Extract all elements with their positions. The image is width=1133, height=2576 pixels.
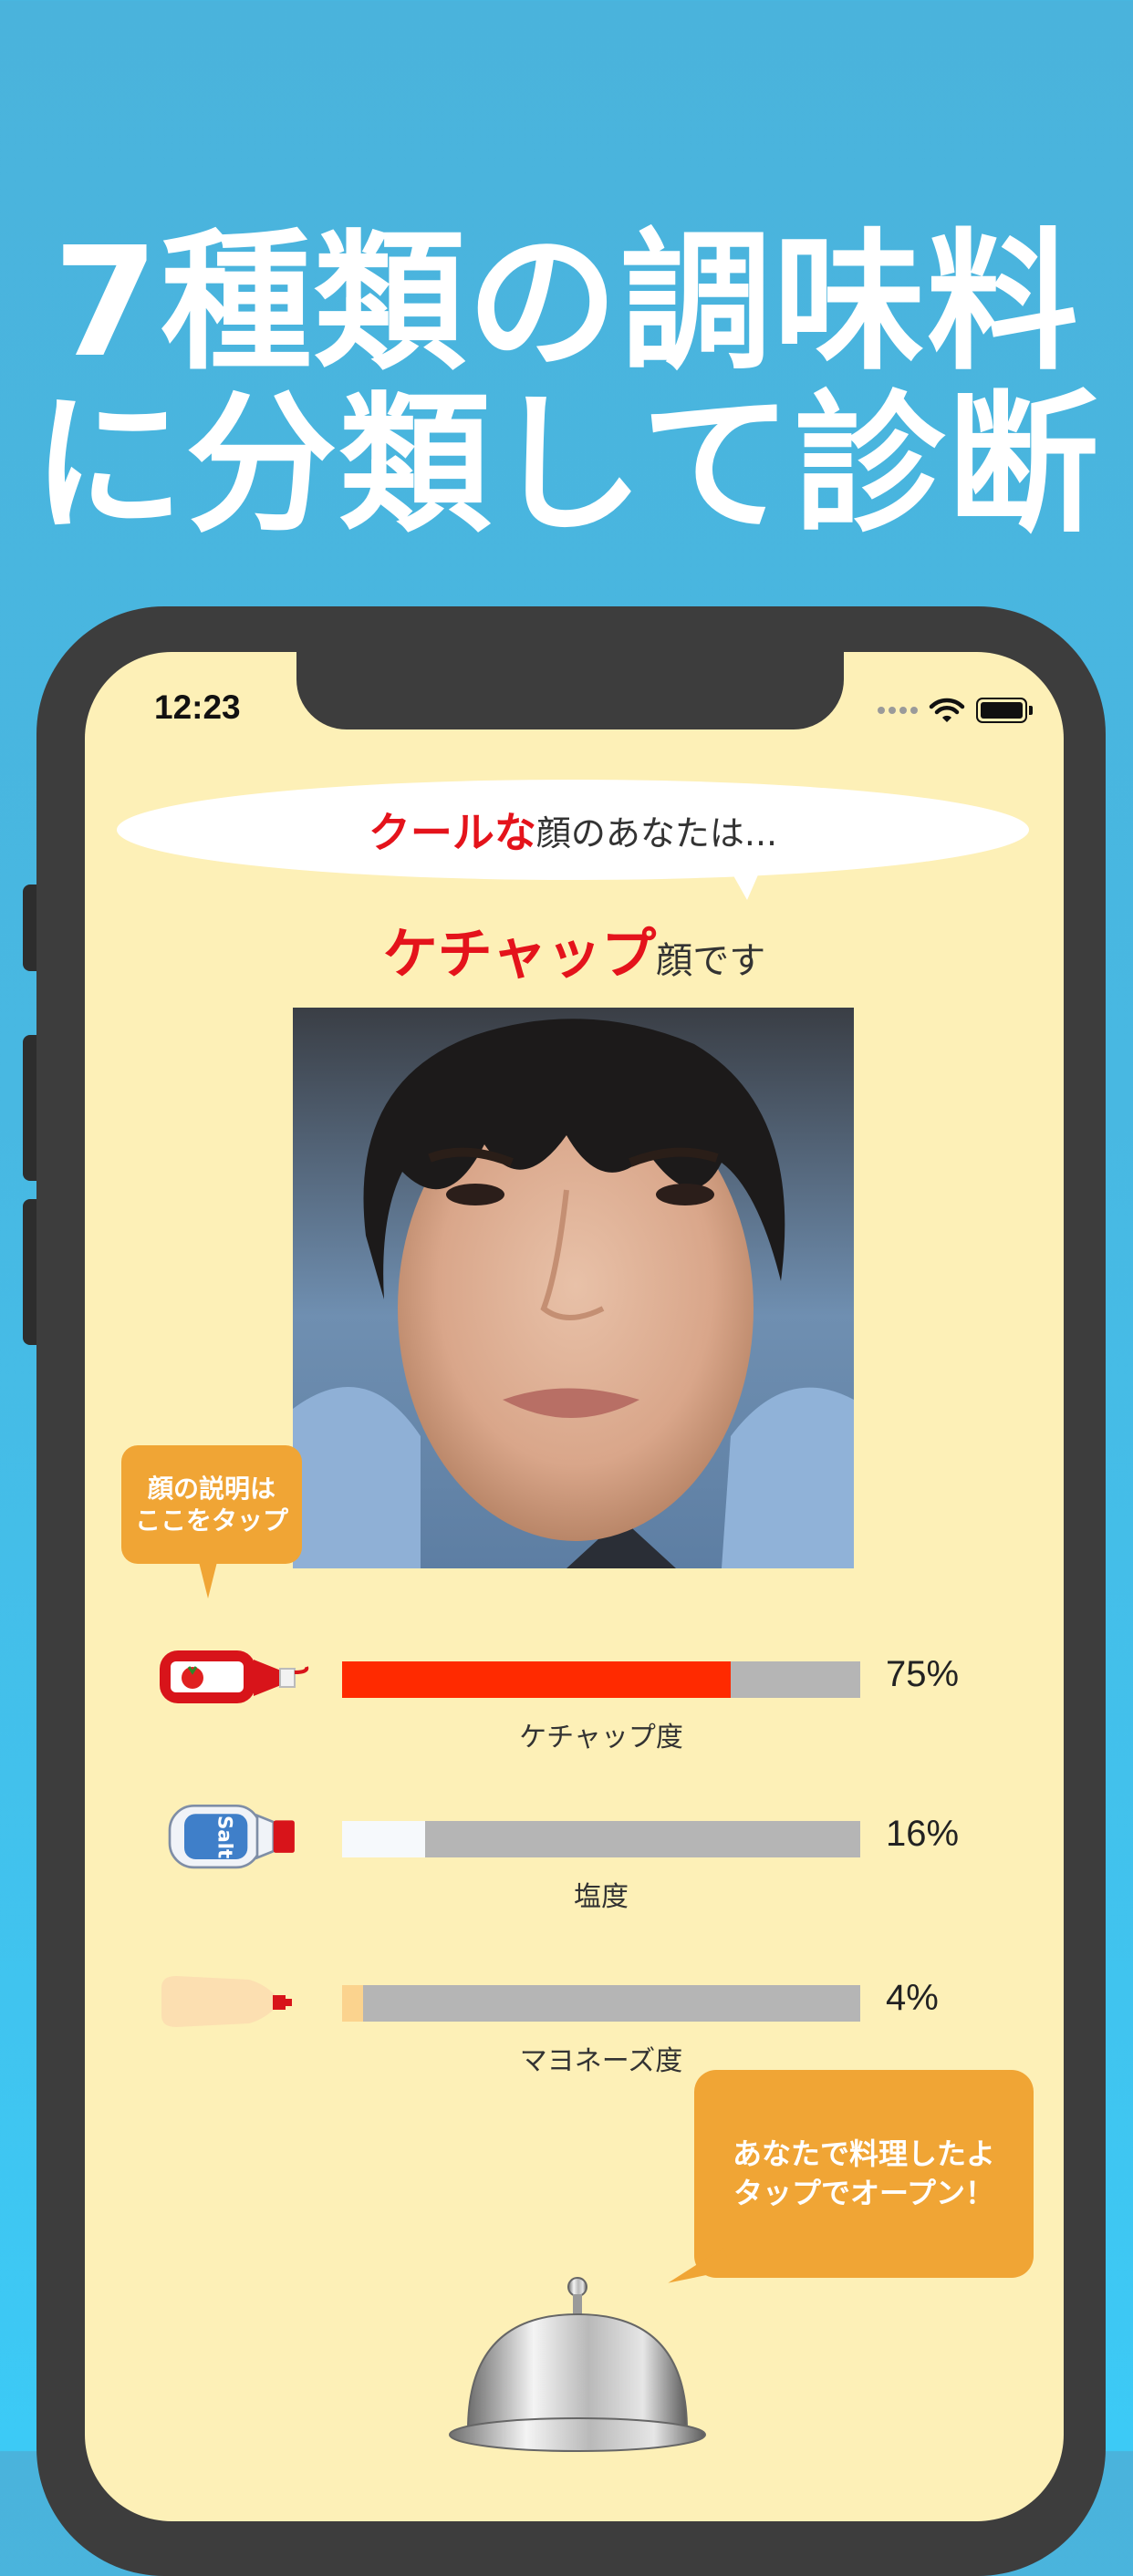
salt-percent: 16% [886,1814,960,1854]
ketchup-bottle-icon [160,1650,309,1703]
mayonnaise-percent: 4% [886,1978,939,2018]
open-dish-button[interactable]: あなたで料理したよ タップでオープン！ [694,2070,1034,2278]
battery-icon [976,698,1033,723]
ketchup-bar-fill [342,1661,731,1698]
cloche-icon[interactable] [441,2271,714,2462]
help-line-2: ここをタップ [134,1505,288,1536]
result-type: ケチャップ [382,923,657,987]
mayonnaise-bar-fill [342,1985,363,2022]
face-photo [293,1008,854,1568]
intro-text: 顔のあなたは... [535,812,778,853]
status-time: 12:23 [154,688,241,726]
speech-bubble: クールな 顔のあなたは... [117,780,1029,880]
salt-label: 塩度 [574,1881,629,1913]
cta-line-2: タップでオープン！ [733,2176,995,2210]
salt-shaker-icon: Salt [168,1805,295,1869]
ketchup-bar-track [342,1661,860,1698]
result-title: ケチャップ顔です [85,910,1064,989]
svg-text:Salt: Salt [213,1816,235,1858]
score-row-salt: Salt 16% 塩度 [85,1801,1064,1938]
app-screen: 12:23 クールな 顔のあなたは... ケチャップ顔です 顔の説明は ここをタ… [85,652,1064,2521]
score-row-ketchup: 75% ケチャップ度 [85,1641,1064,1778]
wifi-icon [929,698,965,722]
headline-line-1: 7種類の調味料 [53,215,1080,391]
speech-bubble-tail [731,871,760,900]
signal-icon [878,707,918,714]
mayonnaise-bottle-icon [161,1976,292,2027]
ketchup-label: ケチャップ度 [519,1722,683,1754]
result-suffix: 顔です [656,940,766,982]
headline-line-2: に分類して診断 [32,378,1101,553]
salt-bar-fill [342,1821,425,1857]
help-line-1: 顔の説明は [147,1474,275,1504]
face-description-button[interactable]: 顔の説明は ここをタップ [121,1445,302,1564]
mayonnaise-bar-track [342,1985,860,2022]
status-icons [878,692,1033,729]
notch [296,652,844,729]
help-bubble-tail [199,1562,217,1598]
salt-bar-track [342,1821,860,1857]
ketchup-percent: 75% [886,1654,960,1694]
intro-highlight: クールな [368,808,536,857]
cta-line-1: あなたで料理したよ [732,2136,995,2171]
